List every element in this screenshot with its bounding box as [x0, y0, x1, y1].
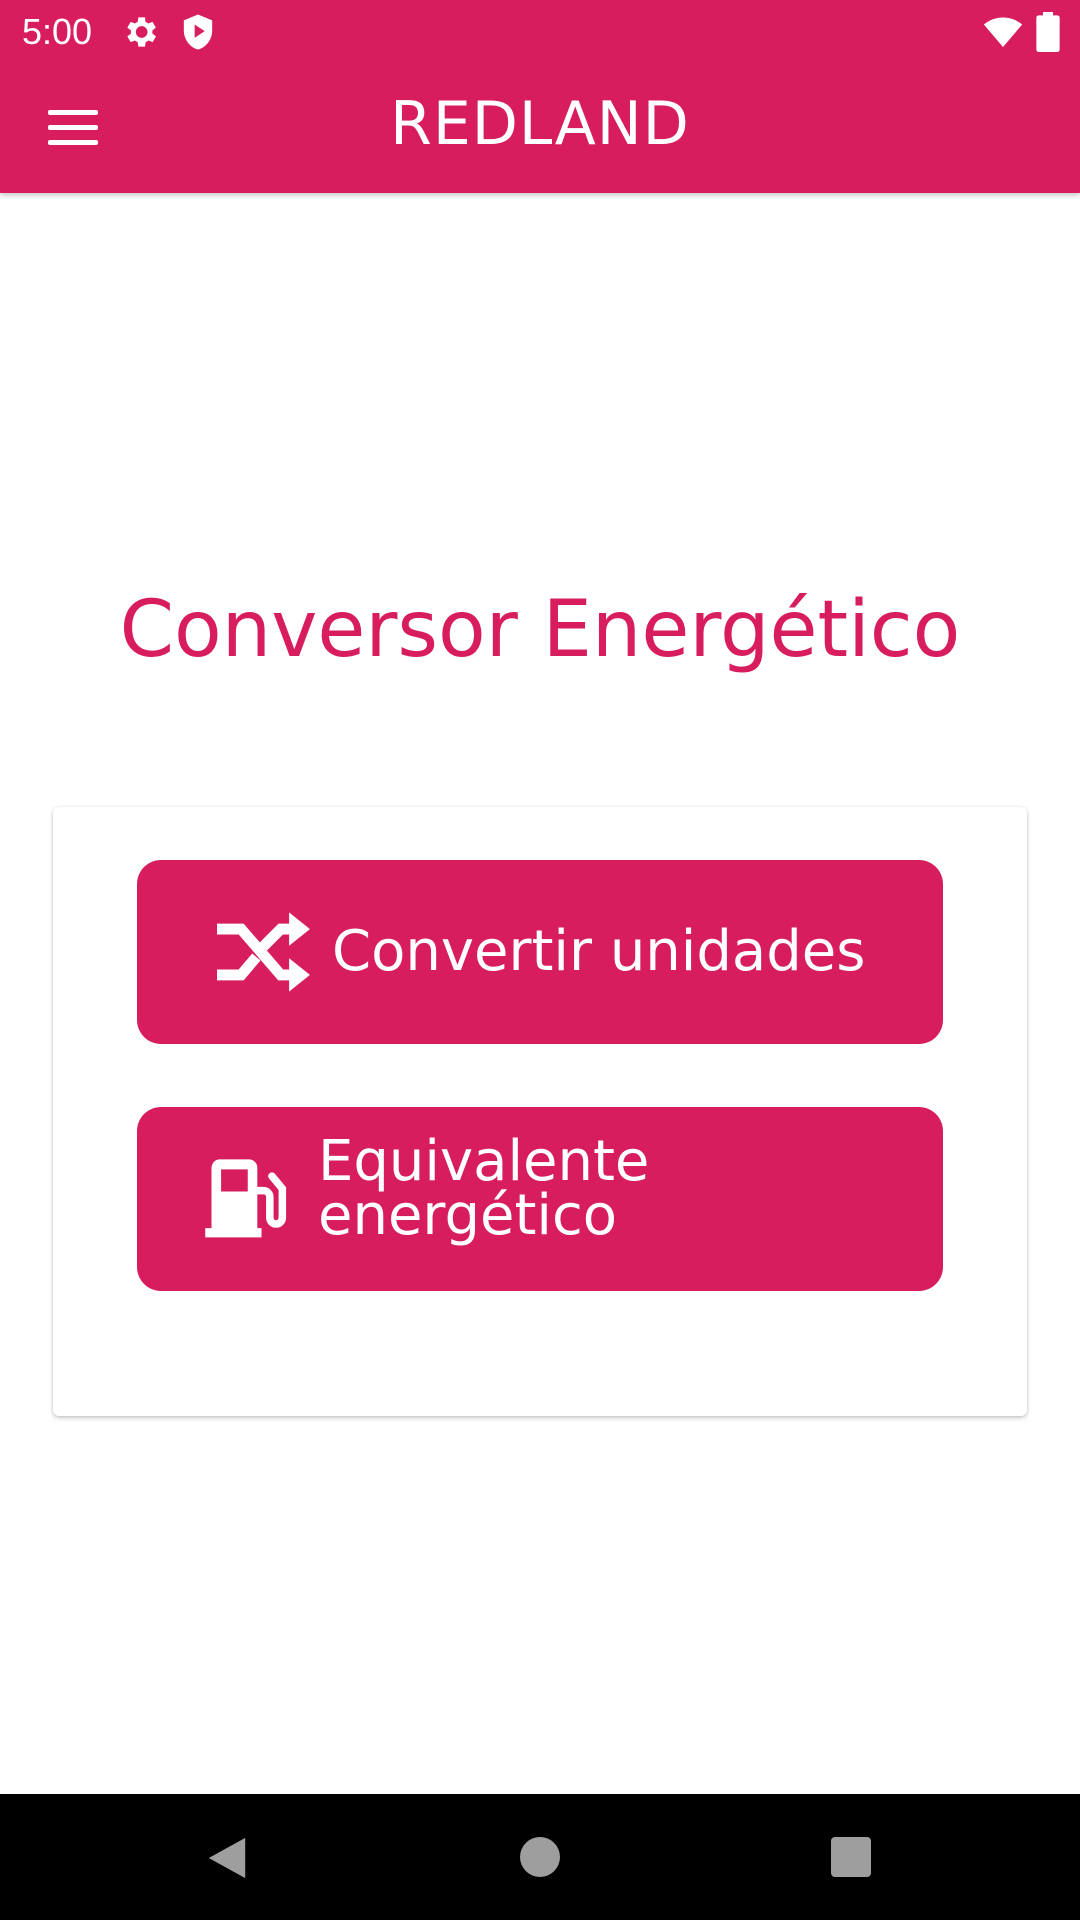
- convertir-unidades-label: Convertir unidades: [332, 919, 866, 984]
- fuel-pump-icon: [205, 1159, 287, 1238]
- convertir-unidades-button[interactable]: Convertir unidades: [137, 860, 943, 1044]
- equivalente-energetico-button[interactable]: Equivalente energético: [137, 1107, 943, 1291]
- shuffle-icon: [217, 912, 310, 992]
- wifi-icon: [983, 17, 1023, 47]
- home-icon[interactable]: [520, 1837, 560, 1877]
- app-bar: REDLAND: [0, 63, 1080, 193]
- page-title: Conversor Energético: [119, 585, 961, 675]
- equivalente-energetico-label: Equivalente energético: [318, 1129, 650, 1248]
- screen: 5:00 REDLAND Conversor Energético Conver…: [0, 0, 1080, 1920]
- status-time: 5:00: [22, 11, 93, 52]
- app-title: REDLAND: [390, 89, 690, 159]
- back-icon[interactable]: [205, 1835, 249, 1881]
- actions-card: Convertir unidades Equivalente energétic…: [53, 807, 1027, 1416]
- recents-icon[interactable]: [831, 1837, 871, 1877]
- status-bar: 5:00: [0, 0, 1080, 63]
- gear-icon: [127, 17, 156, 47]
- shield-play-icon: [183, 14, 213, 50]
- system-nav-bar: [0, 1794, 1080, 1920]
- battery-icon: [1036, 12, 1060, 52]
